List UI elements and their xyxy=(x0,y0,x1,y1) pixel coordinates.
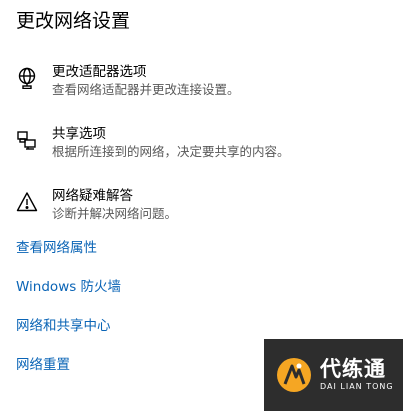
warning-icon xyxy=(16,191,38,213)
option-description: 根据所连接到的网络，决定要共享的内容。 xyxy=(52,144,290,159)
logo-icon xyxy=(276,357,312,393)
option-title: 更改适配器选项 xyxy=(52,64,147,80)
option-description: 查看网络适配器并更改连接设置。 xyxy=(52,82,240,97)
brand-subtitle: DAI LIAN TONG xyxy=(320,382,394,391)
sharing-icon xyxy=(16,129,38,151)
network-sharing-center-link[interactable]: 网络和共享中心 xyxy=(16,317,111,335)
view-network-properties-link[interactable]: 查看网络属性 xyxy=(16,239,97,257)
option-description: 诊断并解决网络问题。 xyxy=(52,206,178,221)
sharing-options[interactable]: 共享选项 根据所连接到的网络，决定要共享的内容。 xyxy=(16,125,393,165)
change-adapter-options[interactable]: 更改适配器选项 查看网络适配器并更改连接设置。 xyxy=(16,63,393,103)
network-reset-link[interactable]: 网络重置 xyxy=(16,356,70,374)
watermark-logo: 代练通 DAI LIAN TONG xyxy=(264,339,403,411)
windows-firewall-link[interactable]: Windows 防火墙 xyxy=(16,278,121,296)
brand-name: 代练通 xyxy=(320,357,386,381)
option-title: 网络疑难解答 xyxy=(52,188,133,204)
network-troubleshooter[interactable]: 网络疑难解答 诊断并解决网络问题。 xyxy=(16,187,393,227)
page-title: 更改网络设置 xyxy=(16,10,131,32)
option-title: 共享选项 xyxy=(52,126,106,142)
adapter-icon xyxy=(16,67,38,90)
